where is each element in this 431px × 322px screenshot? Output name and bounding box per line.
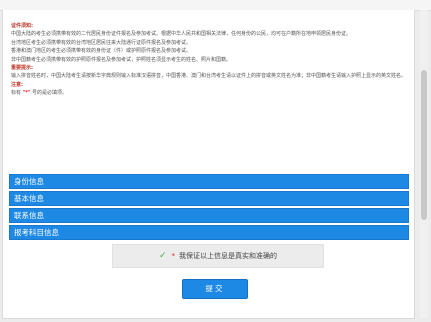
notice-heading-note: 注意: xyxy=(11,81,23,88)
section-identity-info[interactable]: 身份信息 xyxy=(9,174,409,189)
required-field-note: 标有 "*" 号的是必填项。 xyxy=(11,89,407,97)
section-basic-info[interactable]: 基本信息 xyxy=(9,191,409,206)
scrollbar-thumb[interactable] xyxy=(421,70,427,220)
required-star: * xyxy=(171,252,176,260)
notice-heading-important: 重要提示: xyxy=(11,65,33,72)
submit-button[interactable]: 提交 xyxy=(182,279,248,299)
confirm-label: 我保证以上信息是真实和准确的 xyxy=(179,252,278,260)
required-star: "*" xyxy=(22,90,31,97)
notice-block: 证件须知: 中国大陆的考生必须携带有效的二代居民身份证件报名及参加考试。根据中华… xyxy=(11,22,407,98)
required-suffix: 号的是必填项。 xyxy=(32,90,68,97)
notice-line: 非中国籍考生必须携带有效的护照原件报名及参加考试，护照姓名须显示考生的姓名、照片… xyxy=(11,56,232,63)
section-contact-info[interactable]: 联系信息 xyxy=(9,208,409,223)
notice-line: 台湾地区考生必须携带有效的台湾地区居民往来大陆通行证原件报名及参加考试。 xyxy=(11,39,192,46)
scrollbar[interactable] xyxy=(420,10,428,318)
registration-card: 证件须知: 中国大陆的考生必须携带有效的二代居民身份证件报名及参加考试。根据中华… xyxy=(2,10,415,319)
form-sections: 身份信息 基本信息 联系信息 报考科目信息 xyxy=(9,174,409,242)
notice-heading-certificate: 证件须知: xyxy=(11,23,33,29)
required-prefix: 标有 xyxy=(11,90,22,97)
notice-line: 香港和澳门地区的考生必须携带有效的身份证（件）或护照原件报名及参加考试。 xyxy=(11,48,192,55)
notice-line: 中国大陆的考生必须携带有效的二代居民身份证件报名及参加考试。根据中华人民共和国相… xyxy=(11,31,352,38)
notice-line: 输入拼音姓名时，中国大陆考生请按新华字典规则输入标准汉语拼音，中国香港、澳门和台… xyxy=(11,73,407,80)
check-icon[interactable]: ✓ xyxy=(159,251,167,261)
confirm-checkbox-row[interactable]: ✓ * 我保证以上信息是真实和准确的 xyxy=(112,244,324,268)
section-exam-subject-info[interactable]: 报考科目信息 xyxy=(9,225,409,240)
